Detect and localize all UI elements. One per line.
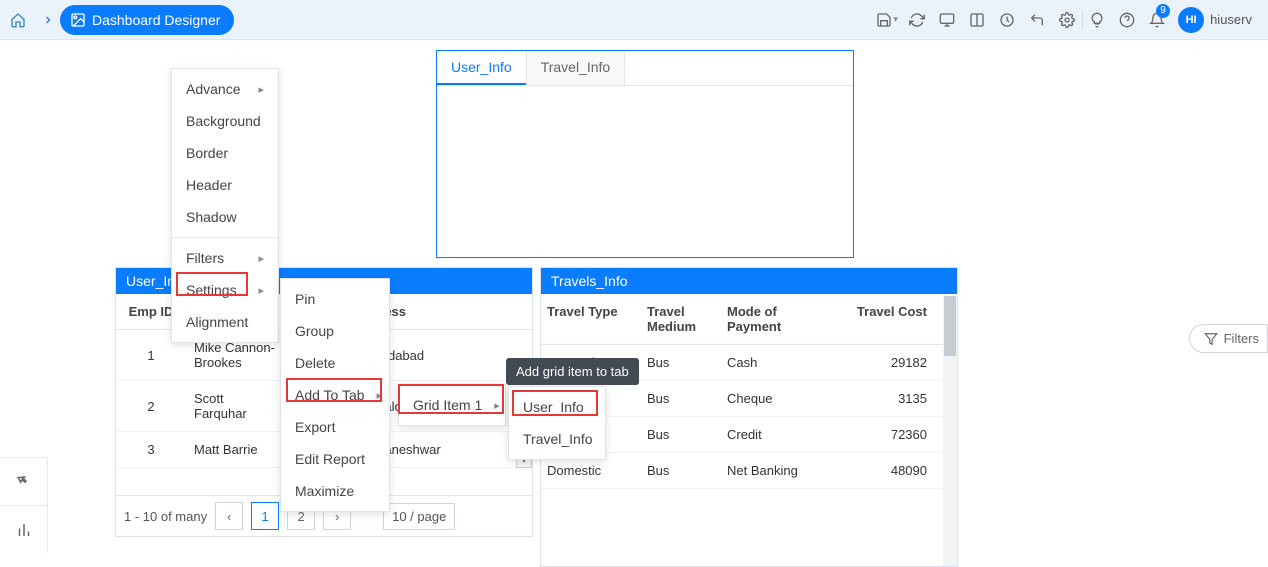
context-menu-style: Advance▸ Background Border Header Shadow… <box>171 68 279 343</box>
left-tool-rail <box>0 457 48 553</box>
scrollbar[interactable] <box>943 296 957 566</box>
refresh-icon <box>909 12 925 28</box>
menu-item-alignment[interactable]: Alignment <box>172 306 278 338</box>
settings-button[interactable] <box>1052 2 1082 38</box>
filters-pill[interactable]: Filters <box>1189 324 1268 353</box>
notification-count: 9 <box>1156 4 1170 18</box>
col-travel-type[interactable]: Travel Type <box>541 294 641 344</box>
image-icon <box>70 12 86 28</box>
top-actions: ▾ 9 HI hiuserv <box>872 2 1268 38</box>
pager-summary: 1 - 10 of many <box>124 509 207 524</box>
page-size-select[interactable]: 10 / page <box>383 503 455 530</box>
menu-item-header[interactable]: Header <box>172 169 278 201</box>
grid-title: Travels_Info <box>541 268 957 294</box>
tab-travel-info[interactable]: Travel_Info <box>526 51 626 85</box>
chevron-right-icon <box>42 14 54 26</box>
notifications-button[interactable]: 9 <box>1142 2 1172 38</box>
username: hiuserv <box>1210 12 1260 27</box>
menu-item-filters[interactable]: Filters▸ <box>172 242 278 274</box>
col-travel-medium[interactable]: Travel Medium <box>641 294 721 344</box>
page-title-pill[interactable]: Dashboard Designer <box>60 5 234 35</box>
chart-tool[interactable] <box>0 505 48 553</box>
top-bar: Dashboard Designer ▾ 9 HI hiuserv <box>0 0 1268 40</box>
save-icon <box>876 12 892 28</box>
menu-item-export[interactable]: Export <box>281 411 389 443</box>
menu-item-target-user-info[interactable]: User_Info <box>509 391 605 423</box>
menu-item-grid-item-1[interactable]: Grid Item 1▸ <box>399 389 505 421</box>
undo-button[interactable] <box>1022 2 1052 38</box>
pager-prev[interactable]: ‹ <box>215 502 243 530</box>
tooltip: Add grid item to tab <box>506 358 639 385</box>
lightbulb-icon <box>1089 12 1105 28</box>
help-button[interactable] <box>1112 2 1142 38</box>
chevron-right-icon: ▸ <box>377 389 383 402</box>
menu-item-add-to-tab[interactable]: Add To Tab▸ <box>281 379 389 411</box>
home-button[interactable] <box>0 2 36 38</box>
menu-item-shadow[interactable]: Shadow <box>172 201 278 233</box>
filters-label: Filters <box>1224 331 1259 346</box>
home-icon <box>10 12 26 28</box>
menu-item-group[interactable]: Group <box>281 315 389 347</box>
table-header: Travel Type Travel Medium Mode of Paymen… <box>541 294 957 345</box>
menu-item-settings[interactable]: Settings▸ <box>172 274 278 306</box>
refresh-button[interactable] <box>902 2 932 38</box>
menu-item-edit-report[interactable]: Edit Report <box>281 443 389 475</box>
menu-item-target-travel-info[interactable]: Travel_Info <box>509 423 605 455</box>
menu-item-maximize[interactable]: Maximize <box>281 475 389 507</box>
chevron-right-icon: ▸ <box>258 83 264 96</box>
context-menu-settings: Pin Group Delete Add To Tab▸ Export Edit… <box>280 278 390 512</box>
bar-chart-icon <box>15 521 33 539</box>
pointer-icon <box>15 473 33 491</box>
chevron-right-icon: ▸ <box>258 252 264 265</box>
present-button[interactable] <box>932 2 962 38</box>
breadcrumb-arrow <box>36 2 60 38</box>
history-button[interactable] <box>992 2 1022 38</box>
undo-icon <box>1029 12 1045 28</box>
chevron-right-icon: ▸ <box>258 284 264 297</box>
menu-item-delete[interactable]: Delete <box>281 347 389 379</box>
save-dropdown[interactable]: ▾ <box>872 2 902 38</box>
pager-page-1[interactable]: 1 <box>251 502 279 530</box>
filter-icon <box>1204 332 1218 346</box>
monitor-icon <box>939 12 955 28</box>
tab-container-panel[interactable]: User_Info Travel_Info <box>436 50 854 258</box>
menu-item-background[interactable]: Background <box>172 105 278 137</box>
avatar[interactable]: HI <box>1178 7 1204 33</box>
menu-item-pin[interactable]: Pin <box>281 283 389 315</box>
history-icon <box>999 12 1015 28</box>
page-title: Dashboard Designer <box>92 12 220 28</box>
tab-user-info[interactable]: User_Info <box>437 51 526 85</box>
help-icon <box>1119 12 1135 28</box>
chevron-right-icon: ▸ <box>494 399 500 412</box>
col-mode-payment[interactable]: Mode of Payment <box>721 294 821 344</box>
pointer-tool[interactable] <box>0 457 48 505</box>
lightbulb-button[interactable] <box>1082 2 1112 38</box>
menu-item-border[interactable]: Border <box>172 137 278 169</box>
context-menu-grid-items: Grid Item 1▸ <box>398 384 506 426</box>
col-travel-cost[interactable]: Travel Cost <box>821 294 957 344</box>
context-menu-tabs: User_Info Travel_Info <box>508 386 606 460</box>
scrollbar-thumb[interactable] <box>944 296 956 356</box>
menu-item-advance[interactable]: Advance▸ <box>172 73 278 105</box>
layout-icon <box>969 12 985 28</box>
layout-button[interactable] <box>962 2 992 38</box>
gear-icon <box>1059 12 1075 28</box>
menu-separator <box>172 237 278 238</box>
